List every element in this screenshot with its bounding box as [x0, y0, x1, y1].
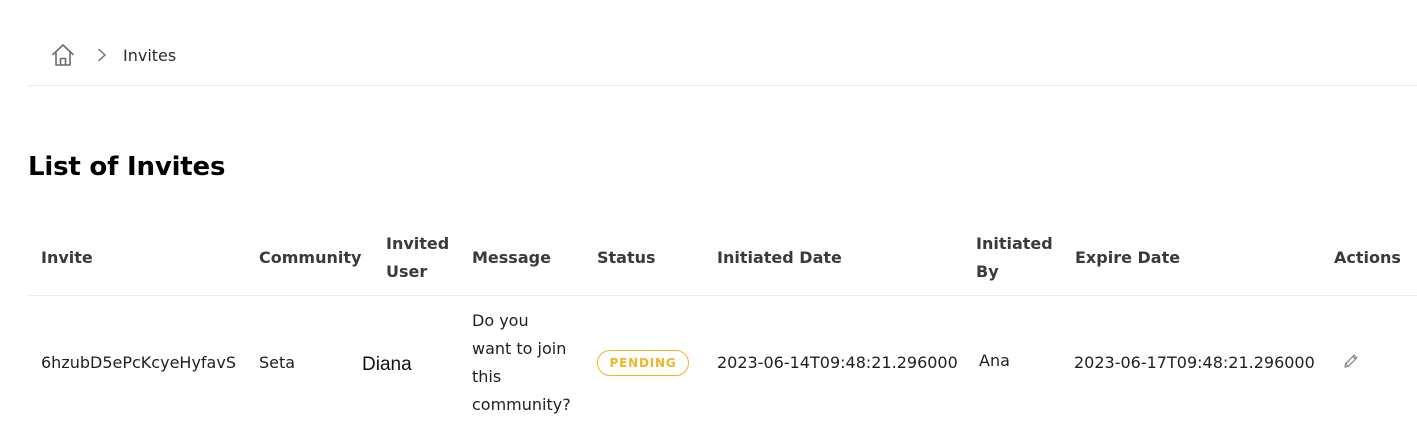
column-header-initiated-date[interactable]: Initiated Date	[717, 244, 842, 272]
invites-page: Invites List of Invites Invite Community…	[0, 0, 1417, 437]
message-line: Do you	[472, 311, 529, 330]
column-header-message[interactable]: Message	[472, 244, 551, 272]
page-title: List of Invites	[28, 152, 226, 182]
table-row: 6hzubD5ePcKcyeHyfavS Seta Diana Do you w…	[28, 296, 1417, 437]
home-icon[interactable]	[50, 42, 76, 68]
edit-icon[interactable]	[1342, 352, 1360, 370]
column-header-status[interactable]: Status	[597, 244, 656, 272]
breadcrumb: Invites	[50, 40, 176, 70]
message-line: community?	[472, 395, 571, 414]
cell-initiated-date: 2023-06-14T09:48:21.296000	[717, 353, 958, 372]
status-badge: PENDING	[597, 350, 689, 376]
cell-invited-user: Diana	[362, 354, 412, 375]
column-header-initiated-by-line1: Initiated	[976, 234, 1053, 253]
cell-message: Do you want to join this community?	[472, 307, 571, 419]
column-header-actions: Actions	[1334, 248, 1401, 267]
breadcrumb-current: Invites	[123, 45, 177, 65]
cell-initiated-by: Ana	[979, 351, 1010, 370]
message-line: want to join	[472, 339, 567, 358]
message-line: this	[472, 367, 502, 386]
column-header-expire-date[interactable]: Expire Date	[1075, 244, 1180, 272]
cell-invite: 6hzubD5ePcKcyeHyfavS	[41, 353, 236, 372]
cell-expire-date: 2023-06-17T09:48:21.296000	[1074, 353, 1315, 372]
column-header-initiated-by-line2: By	[976, 262, 999, 281]
cell-community: Seta	[259, 353, 296, 372]
column-header-invite[interactable]: Invite	[41, 244, 93, 272]
chevron-right-icon	[96, 47, 108, 62]
table-header: Invite Community Invited User Message St…	[28, 228, 1417, 296]
column-header-invited-user-line1: Invited	[386, 234, 450, 253]
column-header-community[interactable]: Community	[259, 244, 361, 272]
header-divider	[28, 85, 1417, 86]
column-header-invited-user-line2: User	[386, 262, 428, 281]
column-header-initiated-by[interactable]: Initiated By	[976, 230, 1053, 286]
column-header-invited-user[interactable]: Invited User	[386, 230, 449, 286]
